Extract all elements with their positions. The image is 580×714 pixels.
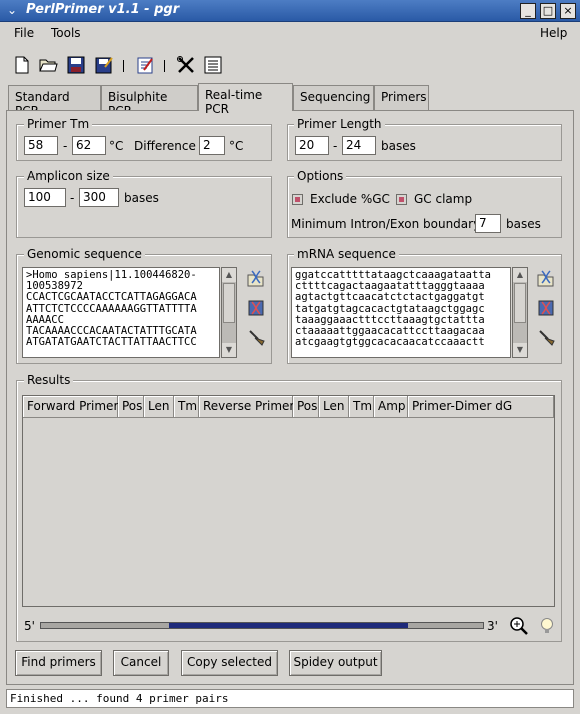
status-bar: Finished ... found 4 primer pairs: [6, 689, 574, 708]
column-header[interactable]: Len: [319, 396, 349, 418]
column-header[interactable]: Tm: [174, 396, 199, 418]
minimize-button[interactable]: _: [520, 3, 536, 19]
save-mrna-icon[interactable]: [536, 298, 556, 318]
results-table[interactable]: Forward Primer Pos Len Tm Reverse Primer…: [22, 395, 555, 607]
amplicon-min-input[interactable]: 100: [24, 188, 66, 207]
results-body[interactable]: [23, 418, 554, 606]
difference-unit: °C: [229, 139, 244, 153]
amplicon-position-track: [40, 622, 484, 629]
amplicon-unit: bases: [124, 191, 159, 205]
primer-tm-title: Primer Tm: [24, 117, 93, 131]
open-sequence-icon[interactable]: [246, 269, 266, 289]
length-unit: bases: [381, 139, 416, 153]
menu-bar: File Tools Help: [0, 22, 580, 46]
column-header[interactable]: Pos: [293, 396, 319, 418]
zoom-icon[interactable]: [509, 616, 529, 636]
difference-label: Difference: [134, 139, 196, 153]
clear-sequence-icon[interactable]: [246, 327, 266, 347]
scroll-down-icon[interactable]: ▼: [222, 343, 236, 357]
menu-help[interactable]: Help: [540, 26, 567, 40]
spidey-output-button[interactable]: Spidey output: [289, 650, 382, 676]
three-prime-label: 3': [487, 619, 498, 633]
tab-real-time-pcr[interactable]: Real-time PCR: [198, 83, 293, 116]
amplicon-range-dash: -: [70, 191, 75, 205]
primer-length-title: Primer Length: [294, 117, 385, 131]
notes-icon[interactable]: [135, 55, 155, 75]
genomic-sequence-title: Genomic sequence: [24, 247, 145, 261]
title-bar[interactable]: ⌄ PerlPrimer v1.1 - pgr _ □ ×: [0, 0, 580, 22]
menu-file[interactable]: File: [14, 26, 34, 40]
window-menu-icon[interactable]: ⌄: [4, 3, 20, 19]
column-header[interactable]: Primer-Dimer dG: [408, 396, 554, 418]
column-header[interactable]: Pos: [118, 396, 144, 418]
length-max-input[interactable]: 24: [342, 136, 376, 155]
tm-min-input[interactable]: 58: [24, 136, 58, 155]
gc-clamp-label: GC clamp: [414, 192, 473, 206]
results-title: Results: [24, 373, 74, 387]
column-header[interactable]: Amp: [374, 396, 408, 418]
menu-tools[interactable]: Tools: [51, 26, 81, 40]
scroll-up-icon[interactable]: ▲: [222, 268, 236, 282]
tab-standard-pcr[interactable]: Standard PCR: [8, 85, 101, 118]
column-header[interactable]: Len: [144, 396, 174, 418]
genomic-scrollbar[interactable]: ▲ ▼: [221, 267, 237, 358]
close-button[interactable]: ×: [560, 3, 576, 19]
mrna-sequence-title: mRNA sequence: [294, 247, 399, 261]
new-file-icon[interactable]: [12, 55, 32, 75]
list-icon[interactable]: [203, 55, 223, 75]
toolbar: [0, 50, 580, 80]
amplicon-size-frame: [16, 176, 272, 238]
amplicon-span-bar: [169, 623, 408, 628]
copy-selected-button[interactable]: Copy selected: [181, 650, 278, 676]
exclude-gc-label: Exclude %GC: [310, 192, 390, 206]
column-header[interactable]: Tm: [349, 396, 374, 418]
save-sequence-icon[interactable]: [246, 298, 266, 318]
lightbulb-icon[interactable]: [537, 616, 557, 636]
amplicon-size-title: Amplicon size: [24, 169, 113, 183]
toolbar-separator: [164, 60, 165, 72]
find-primers-button[interactable]: Find primers: [15, 650, 102, 676]
mrna-scrollbar[interactable]: ▲ ▼: [512, 267, 528, 358]
scroll-down-icon[interactable]: ▼: [513, 343, 527, 357]
five-prime-label: 5': [24, 619, 35, 633]
length-min-input[interactable]: 20: [295, 136, 329, 155]
tm-unit: °C: [109, 139, 124, 153]
mrna-sequence-textarea[interactable]: ggatccatttttataagctcaaagataatta cttttcag…: [291, 267, 511, 358]
column-header[interactable]: Forward Primer: [23, 396, 118, 418]
clear-mrna-icon[interactable]: [536, 327, 556, 347]
amplicon-max-input[interactable]: 300: [79, 188, 119, 207]
save-as-icon[interactable]: [94, 55, 114, 75]
gc-clamp-checkbox[interactable]: [396, 194, 407, 205]
tab-sequencing[interactable]: Sequencing: [293, 85, 374, 110]
toolbar-separator: [123, 60, 124, 72]
tm-max-input[interactable]: 62: [72, 136, 106, 155]
maximize-button[interactable]: □: [540, 3, 556, 19]
scroll-thumb[interactable]: [514, 283, 526, 323]
genomic-sequence-textarea[interactable]: >Homo sapiens|11.100446820- 100538972 CC…: [22, 267, 220, 358]
intron-unit: bases: [506, 217, 541, 231]
length-range-dash: -: [333, 139, 338, 153]
tm-range-dash: -: [63, 139, 68, 153]
tab-bisulphite-pcr[interactable]: Bisulphite PCR: [101, 85, 198, 118]
intron-input[interactable]: 7: [475, 214, 501, 233]
tools-icon[interactable]: [176, 55, 196, 75]
options-title: Options: [294, 169, 347, 183]
tab-primers[interactable]: Primers: [374, 85, 429, 110]
exclude-gc-checkbox[interactable]: [292, 194, 303, 205]
intron-label: Minimum Intron/Exon boundary:: [291, 217, 484, 231]
open-mrna-icon[interactable]: [536, 269, 556, 289]
save-icon[interactable]: [66, 55, 86, 75]
cancel-button[interactable]: Cancel: [113, 650, 169, 676]
window-title: PerlPrimer v1.1 - pgr: [26, 2, 180, 17]
open-folder-icon[interactable]: [38, 55, 58, 75]
column-header[interactable]: Reverse Primer: [199, 396, 294, 418]
scroll-thumb[interactable]: [223, 283, 235, 323]
scroll-up-icon[interactable]: ▲: [513, 268, 527, 282]
difference-input[interactable]: 2: [199, 136, 225, 155]
